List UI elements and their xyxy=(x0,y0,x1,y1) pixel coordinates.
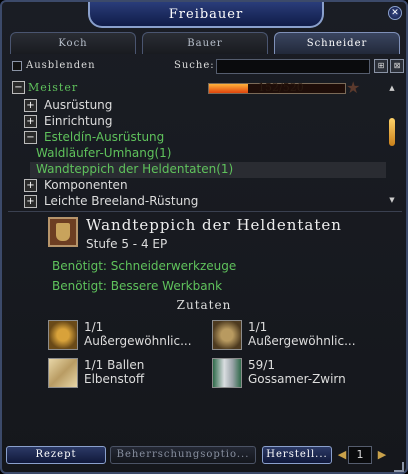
recipe-item-label: Wandteppich der Heldentaten(1) xyxy=(36,162,234,176)
tree-item[interactable]: + Ausrüstung xyxy=(10,98,370,114)
ingredients-header: Zutaten xyxy=(176,298,232,312)
tree-item[interactable]: + Komponenten xyxy=(10,178,370,194)
skill-progress-text: 152/520 xyxy=(258,81,304,94)
requirement-bench: Benötigt: Bessere Werkbank xyxy=(52,279,223,293)
close-icon[interactable]: ✕ xyxy=(388,6,402,20)
crafting-window: Freibauer ✕ Koch Bauer Schneider Ausblen… xyxy=(0,0,408,474)
thread-spool-icon xyxy=(212,358,242,388)
scroll-up-icon[interactable]: ▲ xyxy=(387,84,397,92)
expand-icon[interactable]: + xyxy=(24,99,37,112)
tree-scrollbar[interactable]: ▲ ▼ xyxy=(388,84,396,204)
cloth-bolt-icon xyxy=(48,358,78,388)
ingredient-name: Elbenstoff xyxy=(84,372,145,386)
scroll-thumb[interactable] xyxy=(389,118,395,146)
tab-koch[interactable]: Koch xyxy=(10,32,136,54)
recipe-tier: Stufe 5 - 4 EP xyxy=(86,237,168,251)
resize-grip-icon[interactable] xyxy=(394,462,404,472)
mastery-star-icon: ★ xyxy=(346,78,361,97)
skill-progress-fill xyxy=(209,84,249,93)
tree-item-label: Esteldín-Ausrüstung xyxy=(44,130,165,144)
recipe-item-label: Waldläufer-Umhang(1) xyxy=(36,146,172,160)
search-clear-icon[interactable]: ⊠ xyxy=(390,59,404,73)
divider xyxy=(8,211,402,212)
tree-item[interactable]: − Esteldín-Ausrüstung xyxy=(10,130,370,146)
recipe-item[interactable]: Waldläufer-Umhang(1) xyxy=(10,146,370,162)
ingredient-qty: 1/1 xyxy=(248,320,268,334)
recipe-tab-button[interactable]: Rezept xyxy=(6,446,106,464)
expand-icon[interactable]: + xyxy=(24,195,37,208)
expand-icon[interactable]: + xyxy=(24,115,37,128)
collapse-icon[interactable]: − xyxy=(24,131,37,144)
ingredient-name: Gossamer-Zwirn xyxy=(248,372,346,386)
tab-bauer[interactable]: Bauer xyxy=(142,32,268,54)
ingredient-slot[interactable]: 59/1 Gossamer-Zwirn xyxy=(212,358,382,394)
hide-label: Ausblenden xyxy=(26,60,96,71)
profession-tabs: Koch Bauer Schneider xyxy=(10,32,400,54)
search-label: Suche: xyxy=(174,60,215,71)
requirement-tools: Benötigt: Schneiderwerkzeuge xyxy=(52,259,237,273)
tree-item[interactable]: + Einrichtung xyxy=(10,114,370,130)
bottom-bar: Rezept Beherrschungsoptio... Herstell...… xyxy=(2,446,406,472)
ingredient-qty: 59/1 xyxy=(248,358,275,372)
tree-item-label: Komponenten xyxy=(44,178,128,192)
ingredient-qty: 1/1 xyxy=(84,320,104,334)
expand-icon[interactable]: + xyxy=(24,179,37,192)
tree-item-label: Einrichtung xyxy=(44,114,113,128)
tapestry-icon xyxy=(48,217,78,247)
ingredient-slot[interactable]: 1/1 Außergewöhnlic... xyxy=(212,320,382,356)
search-options-icon[interactable]: ⊞ xyxy=(374,59,388,73)
leaf-token-icon xyxy=(212,320,242,350)
gear-coin-icon xyxy=(48,320,78,350)
make-button[interactable]: Herstell... xyxy=(262,446,332,464)
filter-row: Ausblenden Suche: ⊞ ⊠ xyxy=(12,59,404,75)
tree-item[interactable]: + Leichte Breeland-Rüstung xyxy=(10,194,370,210)
hide-checkbox[interactable] xyxy=(12,61,22,71)
tab-schneider[interactable]: Schneider xyxy=(274,32,400,54)
tier-label: Meister xyxy=(28,81,79,94)
window-title: Freibauer xyxy=(168,6,244,22)
ingredient-name: Außergewöhnlic... xyxy=(248,334,356,348)
recipe-tree: − Meister 152/520 ★ + Ausrüstung + Einri… xyxy=(10,78,386,210)
recipe-name: Wandteppich der Heldentaten xyxy=(86,216,342,234)
tree-item-label: Ausrüstung xyxy=(44,98,113,112)
title-plate[interactable]: Freibauer xyxy=(88,2,324,28)
scroll-down-icon[interactable]: ▼ xyxy=(387,196,397,204)
decrease-count-icon[interactable]: ◀ xyxy=(336,449,348,461)
increase-count-icon[interactable]: ▶ xyxy=(376,449,388,461)
ingredient-slot[interactable]: 1/1 Ballen Elbenstoff xyxy=(48,358,218,394)
collapse-icon[interactable]: − xyxy=(12,81,25,94)
search-input[interactable] xyxy=(216,59,370,74)
ingredient-slot[interactable]: 1/1 Außergewöhnlic... xyxy=(48,320,218,356)
recipe-item-selected[interactable]: Wandteppich der Heldentaten(1) xyxy=(30,162,386,178)
mastery-tab-button[interactable]: Beherrschungsoptio... xyxy=(110,446,256,464)
count-input[interactable]: 1 xyxy=(348,446,372,464)
tier-row[interactable]: − Meister 152/520 ★ xyxy=(10,78,386,97)
ingredient-name: Außergewöhnlic... xyxy=(84,334,192,348)
ingredient-qty: 1/1 Ballen xyxy=(84,358,145,372)
tree-item-label: Leichte Breeland-Rüstung xyxy=(44,194,199,208)
